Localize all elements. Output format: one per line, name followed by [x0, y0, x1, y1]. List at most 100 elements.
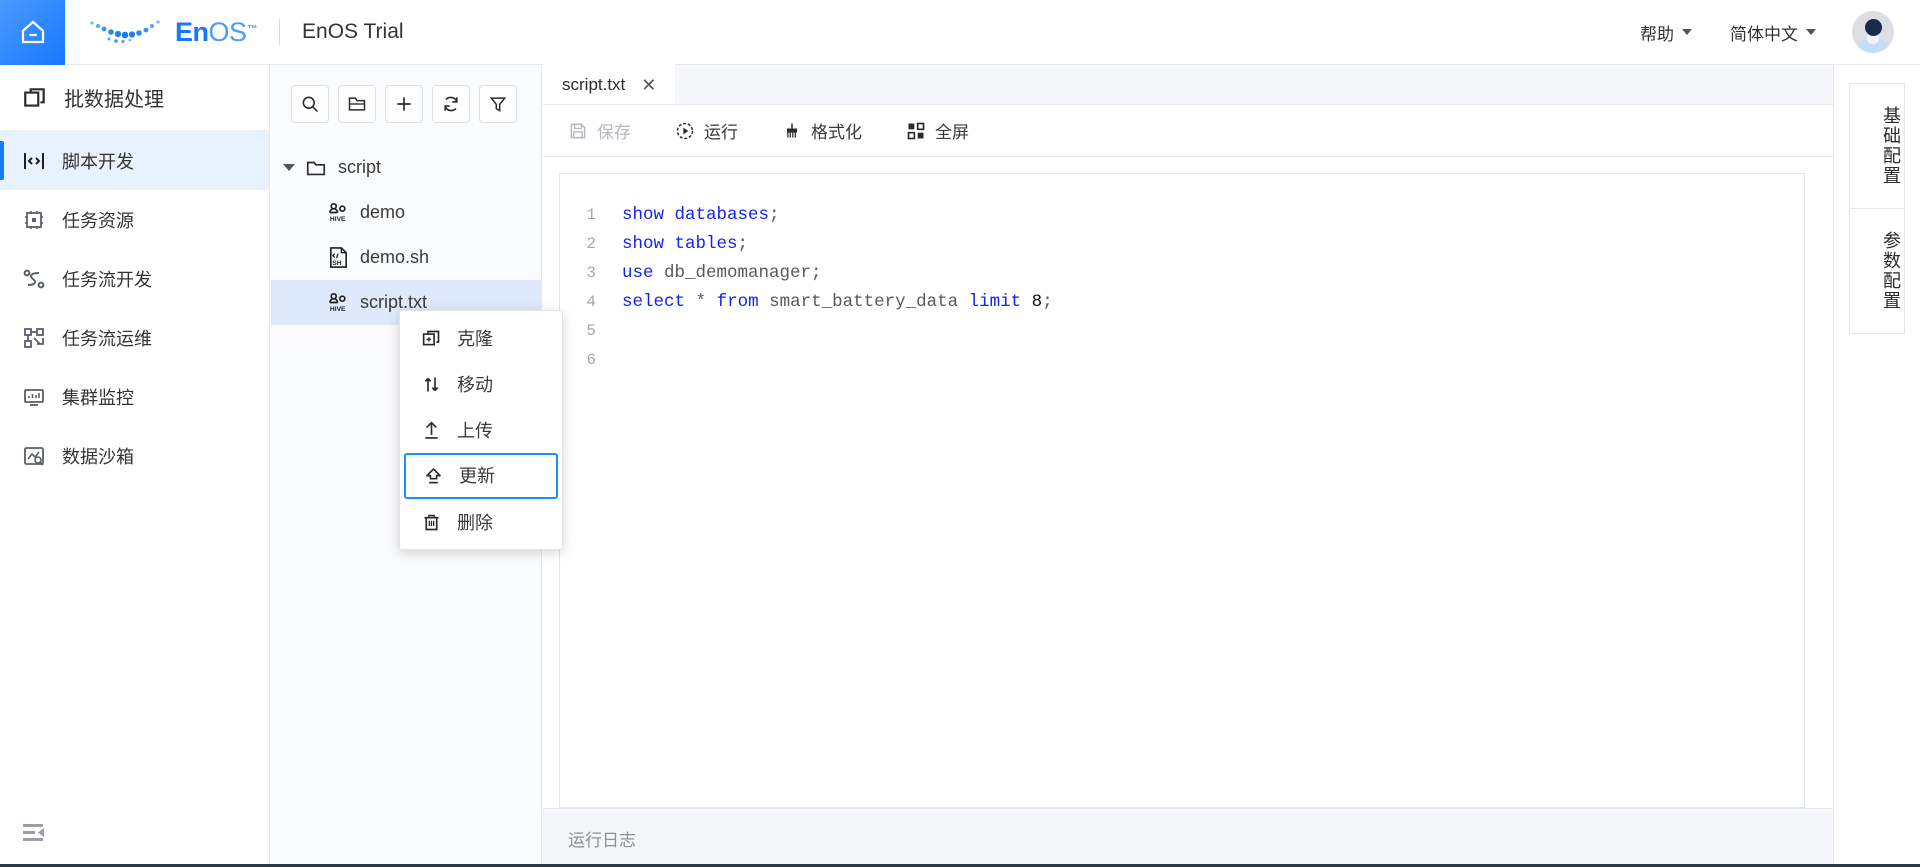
collapse-sidebar-icon: [23, 824, 44, 841]
language-menu-label: 简体中文: [1730, 24, 1798, 44]
code-text: use db_demomanager;: [622, 263, 822, 283]
tab-label: script.txt: [562, 75, 626, 94]
code-line: 2 show tables;: [560, 229, 1804, 258]
tree-folder-label: script: [338, 157, 382, 177]
move-icon: [421, 374, 443, 395]
language-menu[interactable]: 简体中文: [1730, 20, 1816, 45]
batch-data-icon: [22, 85, 48, 111]
left-sidebar: 批数据处理 脚本开发 任务资源 任务流开发 任务流运维 集群监控 数据沙箱: [0, 65, 270, 867]
data-sandbox-icon: [22, 444, 46, 468]
code-line: 4 select * from smart_battery_data limit …: [560, 287, 1804, 316]
sidebar-item-label: 任务流开发: [62, 269, 152, 290]
sidebar-item-label: 集群监控: [62, 387, 134, 408]
fullscreen-button-label: 全屏: [935, 123, 969, 142]
tab-basic-config-label: 基础配置: [1881, 106, 1901, 186]
sidebar-item-task-resource[interactable]: 任务资源: [0, 190, 269, 249]
header-divider: [279, 19, 281, 45]
search-icon: [302, 96, 319, 113]
code-line: 6: [560, 345, 1804, 374]
tree-folder-script[interactable]: script: [271, 145, 541, 190]
avatar[interactable]: [1852, 11, 1894, 53]
code-line: 1 show databases;: [560, 200, 1804, 229]
tab-basic-config[interactable]: 基础配置: [1849, 83, 1905, 209]
format-button-label: 格式化: [811, 123, 862, 142]
brand-en: En: [175, 16, 209, 47]
product-title: EnOS Trial: [302, 20, 404, 43]
code-text: select * from smart_battery_data limit 8…: [622, 292, 1053, 312]
context-menu-item-delete[interactable]: 删除: [404, 499, 558, 545]
top-header: En OS ™ EnOS Trial 帮助 简体中文: [0, 0, 1920, 65]
context-menu-item-move[interactable]: 移动: [404, 361, 558, 407]
tree-file-demo-sh[interactable]: SH demo.sh: [271, 235, 541, 280]
chevron-down-icon[interactable]: [283, 164, 295, 171]
sidebar-item-label: 脚本开发: [62, 151, 134, 172]
fullscreen-button[interactable]: 全屏: [906, 118, 969, 143]
save-icon: [568, 121, 588, 141]
sh-file-icon: SH: [327, 246, 350, 269]
script-dev-icon: [22, 149, 46, 173]
run-button[interactable]: 运行: [675, 118, 738, 143]
line-number: 5: [586, 321, 596, 340]
context-menu-item-label: 上传: [457, 421, 493, 441]
refresh-button[interactable]: [432, 85, 470, 123]
tree-file-label: demo: [360, 202, 406, 222]
collapse-sidebar-button[interactable]: [22, 822, 48, 849]
application-root: En OS ™ EnOS Trial 帮助 简体中文 批数据处理 脚本开发 任务…: [0, 0, 1920, 867]
help-menu[interactable]: 帮助: [1640, 20, 1692, 45]
search-button[interactable]: [291, 85, 329, 123]
editor-tabbar: script.txt ✕: [543, 64, 1833, 105]
brand-trademark: ™: [247, 23, 258, 35]
format-button[interactable]: 格式化: [782, 118, 862, 143]
run-log-label: 运行日志: [568, 830, 636, 850]
delete-icon: [421, 512, 443, 533]
sidebar-item-data-sandbox[interactable]: 数据沙箱: [0, 426, 269, 485]
filter-button[interactable]: [479, 85, 517, 123]
tab-script-txt[interactable]: script.txt ✕: [543, 64, 676, 104]
context-menu-item-upload[interactable]: 上传: [404, 407, 558, 453]
sidebar-item-script-dev[interactable]: 脚本开发: [0, 131, 269, 190]
context-menu-item-clone[interactable]: 克隆: [404, 315, 558, 361]
clone-icon: [421, 328, 443, 349]
workflow-ops-icon: [22, 326, 46, 350]
code-token: db_demomanager;: [664, 262, 822, 283]
line-number: 6: [586, 350, 596, 369]
context-menu-item-label: 更新: [459, 466, 495, 486]
sidebar-title-label: 批数据处理: [64, 89, 164, 111]
run-button-label: 运行: [704, 123, 738, 142]
svg-text:HIVE: HIVE: [330, 216, 346, 223]
tab-param-config[interactable]: 参数配置: [1849, 208, 1905, 334]
close-icon[interactable]: ✕: [641, 76, 656, 94]
tree-file-label: demo.sh: [360, 247, 430, 267]
code-editor-wrap: 1 show databases; 2 show tables; 3 use db_dem…: [543, 157, 1833, 808]
task-resource-icon: [22, 208, 46, 232]
tree-file-demo[interactable]: HIVE demo: [271, 190, 541, 235]
run-log-bar[interactable]: 运行日志: [543, 808, 1833, 867]
home-button[interactable]: [0, 0, 65, 65]
fullscreen-icon: [906, 121, 926, 141]
file-tree-toolbar: [271, 65, 541, 123]
context-menu-item-update[interactable]: 更新: [404, 453, 558, 499]
sidebar-item-workflow-dev[interactable]: 任务流开发: [0, 249, 269, 308]
sidebar-item-cluster-monitor[interactable]: 集群监控: [0, 367, 269, 426]
code-token: tables: [674, 233, 738, 254]
code-editor[interactable]: 1 show databases; 2 show tables; 3 use db_dem…: [559, 173, 1805, 808]
code-text: show databases;: [622, 205, 780, 225]
chevron-down-icon: [1682, 29, 1692, 35]
code-token: use: [622, 262, 654, 283]
new-folder-button[interactable]: [338, 85, 376, 123]
brand-wordmark: En OS ™: [175, 16, 258, 48]
save-button[interactable]: 保存: [568, 118, 631, 143]
code-token: ;: [1042, 291, 1053, 312]
brand-os: OS: [208, 16, 248, 47]
run-icon: [675, 121, 695, 141]
code-token: show: [622, 204, 665, 225]
folder-icon: [305, 157, 327, 179]
new-folder-icon: [348, 97, 366, 111]
svg-text:HIVE: HIVE: [330, 306, 346, 313]
add-button[interactable]: [385, 85, 423, 123]
sidebar-item-workflow-ops[interactable]: 任务流运维: [0, 308, 269, 367]
